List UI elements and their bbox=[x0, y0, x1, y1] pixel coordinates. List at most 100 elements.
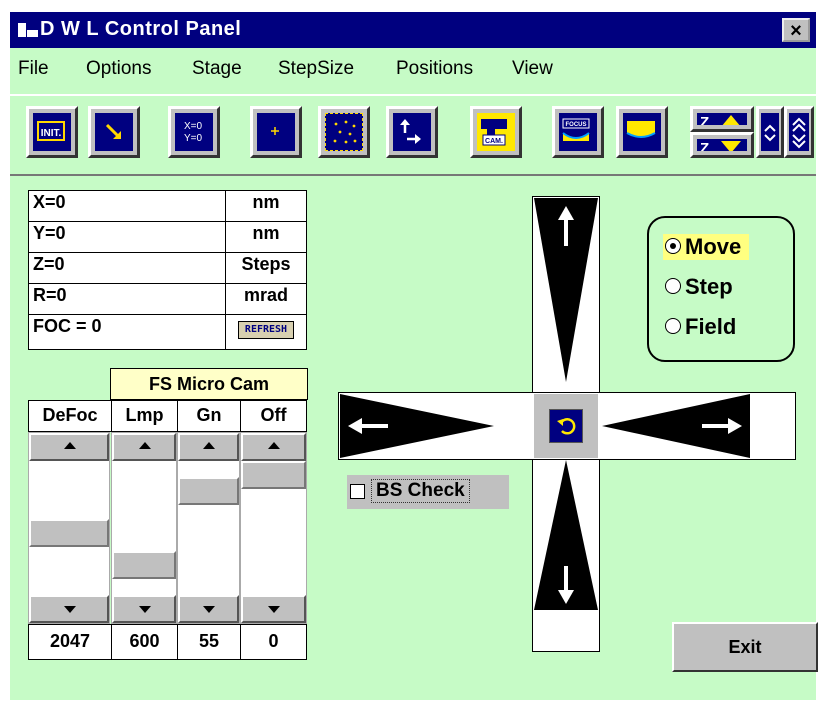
triangle-up-icon bbox=[268, 442, 280, 449]
set-zero-button[interactable]: X=0 Y=0 bbox=[168, 106, 220, 158]
move-up-button[interactable] bbox=[534, 198, 598, 382]
off-down-button[interactable] bbox=[241, 595, 306, 623]
plus-icon bbox=[271, 127, 279, 135]
grid-points-button[interactable] bbox=[318, 106, 370, 158]
camera-title: FS Micro Cam bbox=[110, 368, 308, 400]
focus-icon: FOCUS bbox=[562, 118, 590, 141]
svg-text:Z: Z bbox=[700, 114, 709, 125]
gn-up-button[interactable] bbox=[178, 433, 239, 461]
move-corner-button[interactable] bbox=[386, 106, 438, 158]
checkbox-box[interactable] bbox=[350, 484, 365, 499]
move-left-button[interactable] bbox=[340, 394, 494, 458]
y-unit: nm bbox=[225, 221, 307, 253]
radio-move-label: Move bbox=[685, 234, 742, 259]
menu-options[interactable]: Options bbox=[86, 58, 151, 80]
radio-field-label: Field bbox=[685, 314, 737, 339]
svg-text:Y=0: Y=0 bbox=[184, 133, 203, 144]
off-header: Off bbox=[240, 400, 307, 432]
menu-stage[interactable]: Stage bbox=[192, 58, 242, 80]
stage-level-button[interactable] bbox=[616, 106, 668, 158]
svg-text:Z: Z bbox=[700, 140, 709, 151]
triangle-down-icon bbox=[268, 606, 280, 613]
gn-scrollbar[interactable] bbox=[177, 432, 240, 624]
app-icon bbox=[18, 23, 38, 37]
radio-field[interactable]: Field bbox=[665, 314, 736, 340]
gn-thumb[interactable] bbox=[178, 476, 239, 505]
z-unit: Steps bbox=[225, 252, 307, 284]
double-chevron-updown-icon bbox=[792, 117, 806, 149]
gn-header: Gn bbox=[177, 400, 241, 432]
triangle-down-icon bbox=[203, 606, 215, 613]
radio-unselected-icon bbox=[665, 318, 681, 335]
triangle-down-icon bbox=[64, 606, 76, 613]
z-up-button[interactable]: Z bbox=[690, 106, 754, 132]
diagonal-arrow-icon bbox=[105, 123, 121, 139]
radio-unselected-icon bbox=[665, 278, 681, 295]
corner-arrows-icon bbox=[400, 119, 421, 144]
lmp-down-button[interactable] bbox=[112, 595, 176, 623]
menu-view[interactable]: View bbox=[512, 58, 553, 80]
close-button[interactable]: × bbox=[782, 18, 810, 42]
title-bar[interactable]: D W L Control Panel × bbox=[10, 12, 816, 48]
triangle-up-icon bbox=[203, 442, 215, 449]
dots-grid-icon bbox=[333, 120, 357, 144]
init-button[interactable]: INIT. bbox=[26, 106, 78, 158]
gn-value: 55 bbox=[177, 624, 241, 660]
focus-button[interactable]: FOCUS bbox=[552, 106, 604, 158]
z-down-button[interactable]: Z bbox=[690, 132, 754, 158]
r-unit: mrad bbox=[225, 283, 307, 315]
z-step-small-button[interactable] bbox=[756, 106, 784, 158]
center-point-button[interactable] bbox=[250, 106, 302, 158]
refresh-cell: REFRESH bbox=[225, 314, 307, 350]
off-value: 0 bbox=[240, 624, 307, 660]
defoc-value: 2047 bbox=[28, 624, 112, 660]
radio-move[interactable]: Move bbox=[663, 234, 750, 260]
lmp-scrollbar[interactable] bbox=[111, 432, 177, 624]
x-unit: nm bbox=[225, 190, 307, 222]
triangle-down-icon bbox=[139, 606, 151, 613]
svg-text:CAM.: CAM. bbox=[485, 138, 503, 145]
z-up-icon: Z bbox=[700, 114, 740, 125]
gn-down-button[interactable] bbox=[178, 595, 239, 623]
lmp-thumb[interactable] bbox=[112, 551, 176, 580]
triangle-up-icon bbox=[64, 442, 76, 449]
z-step-large-button[interactable] bbox=[784, 106, 814, 158]
init-icon: INIT. bbox=[37, 121, 65, 141]
defoc-thumb[interactable] bbox=[29, 519, 109, 548]
menu-positions[interactable]: Positions bbox=[396, 58, 473, 80]
svg-text:INIT.: INIT. bbox=[41, 128, 62, 139]
home-diagonal-button[interactable] bbox=[88, 106, 140, 158]
z-down-icon: Z bbox=[700, 140, 741, 151]
off-scrollbar[interactable] bbox=[240, 432, 307, 624]
focus-position: FOC = 0 bbox=[28, 314, 226, 350]
z-position: Z=0 bbox=[28, 252, 226, 284]
center-cell bbox=[534, 394, 598, 458]
refresh-button[interactable]: REFRESH bbox=[238, 321, 294, 339]
off-up-button[interactable] bbox=[241, 433, 306, 461]
stage-level-icon bbox=[626, 121, 656, 138]
lmp-up-button[interactable] bbox=[112, 433, 176, 461]
move-right-button[interactable] bbox=[602, 394, 750, 458]
xy-zero-icon: X=0 Y=0 bbox=[184, 121, 203, 144]
exit-button[interactable]: Exit bbox=[672, 622, 818, 672]
menu-file[interactable]: File bbox=[18, 58, 49, 80]
move-down-button[interactable] bbox=[534, 460, 598, 610]
radio-step-label: Step bbox=[685, 274, 733, 299]
radio-step[interactable]: Step bbox=[665, 274, 733, 300]
control-panel-window: D W L Control Panel × File Options Stage… bbox=[8, 10, 818, 700]
defoc-down-button[interactable] bbox=[29, 595, 109, 623]
chevron-updown-icon bbox=[764, 124, 776, 142]
rotate-reset-button[interactable] bbox=[549, 409, 583, 443]
bs-check-checkbox[interactable]: BS Check bbox=[347, 475, 509, 509]
defoc-scrollbar[interactable] bbox=[28, 432, 110, 624]
radio-selected-icon bbox=[665, 238, 681, 255]
r-position: R=0 bbox=[28, 283, 226, 315]
camera-icon: CAM. bbox=[481, 119, 507, 146]
off-thumb[interactable] bbox=[241, 461, 306, 489]
defoc-header: DeFoc bbox=[28, 400, 112, 432]
defoc-up-button[interactable] bbox=[29, 433, 109, 461]
svg-text:X=0: X=0 bbox=[184, 121, 203, 132]
menu-stepsize[interactable]: StepSize bbox=[278, 58, 354, 80]
toolbar: INIT. X=0 Y=0 CAM. FOCUS Z Z bbox=[10, 94, 816, 176]
camera-button[interactable]: CAM. bbox=[470, 106, 522, 158]
